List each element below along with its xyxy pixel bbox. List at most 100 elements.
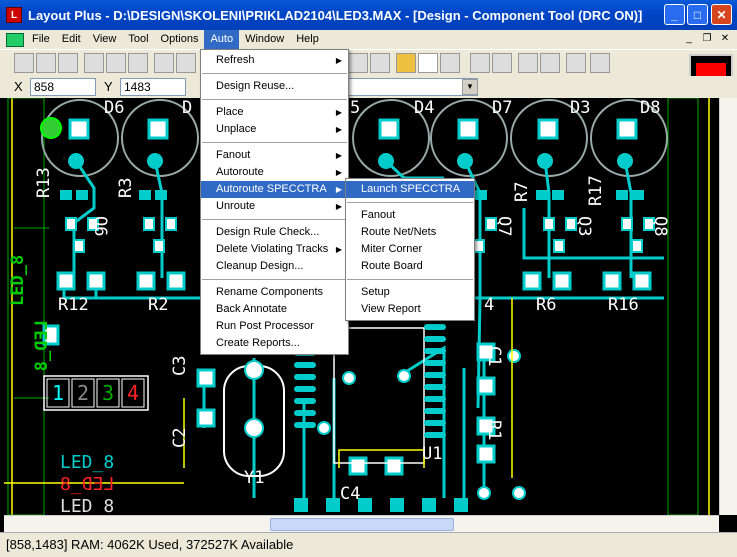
- menu-file[interactable]: File: [26, 30, 56, 49]
- submenu-arrow-icon: ▶: [335, 108, 342, 117]
- delete-icon[interactable]: [84, 53, 104, 73]
- menu-item-launch-specctra[interactable]: Launch SPECCTRA: [346, 181, 474, 198]
- ref-d6: D6: [104, 98, 125, 118]
- ref-r3: R3: [116, 177, 136, 198]
- ref-q7: Q7: [494, 216, 514, 237]
- error-icon[interactable]: [566, 53, 586, 73]
- doc-restore-icon[interactable]: ❐: [699, 32, 715, 46]
- vertical-scrollbar[interactable]: [719, 98, 737, 515]
- maximize-button[interactable]: □: [687, 4, 708, 25]
- no-connect-icon[interactable]: [370, 53, 390, 73]
- menu-item-label: Unroute: [216, 200, 256, 212]
- horizontal-scrollbar[interactable]: [4, 515, 719, 532]
- open-icon[interactable]: [14, 53, 34, 73]
- layer-select[interactable]: [348, 78, 478, 96]
- menu-item-label: Unplace: [216, 123, 257, 135]
- silkscreen-led8-partial: LED_8: [60, 496, 115, 515]
- menu-item-autoroute-specctra[interactable]: Autoroute SPECCTRA ▶: [201, 181, 348, 198]
- menu-item-autoroute[interactable]: Autoroute ▶: [201, 164, 348, 181]
- menu-item-back-annotate[interactable]: Back Annotate: [201, 301, 348, 318]
- ref-r13: R13: [34, 167, 54, 198]
- route-icon[interactable]: [470, 53, 490, 73]
- ref-c4: C4: [340, 484, 361, 504]
- menu-tool[interactable]: Tool: [122, 30, 154, 49]
- menu-separator: [347, 202, 473, 203]
- check-icon[interactable]: [540, 53, 560, 73]
- menu-item-place[interactable]: Place ▶: [201, 104, 348, 121]
- menu-item-label: Cleanup Design...: [216, 260, 304, 272]
- ref-r1: R1: [484, 420, 504, 441]
- via-icon[interactable]: [492, 53, 512, 73]
- reconnect-icon[interactable]: [518, 53, 538, 73]
- x-coordinate-field[interactable]: 858: [30, 78, 96, 96]
- zoom-icon[interactable]: [176, 53, 196, 73]
- menu-item-route-board[interactable]: Route Board: [346, 258, 474, 275]
- submenu-arrow-icon: ▶: [335, 168, 342, 177]
- grid-icon[interactable]: [154, 53, 174, 73]
- menu-item-unplace[interactable]: Unplace ▶: [201, 121, 348, 138]
- edit-icon[interactable]: [128, 53, 148, 73]
- library-icon[interactable]: [58, 53, 78, 73]
- menu-item-fanout[interactable]: Fanout ▶: [201, 147, 348, 164]
- ref-r17: R17: [586, 175, 606, 206]
- menu-item-cleanup-design[interactable]: Cleanup Design...: [201, 258, 348, 275]
- doc-close-icon[interactable]: ✕: [717, 32, 733, 46]
- menu-item-refresh[interactable]: Refresh ▶: [201, 52, 348, 69]
- menu-item-miter-corner[interactable]: Miter Corner: [346, 241, 474, 258]
- ref-d7: D7: [492, 98, 513, 118]
- drc-report-icon[interactable]: [590, 53, 610, 73]
- horizontal-scroll-thumb[interactable]: [270, 518, 454, 531]
- menu-help[interactable]: Help: [290, 30, 325, 49]
- color-icon[interactable]: [396, 53, 416, 73]
- menu-item-run-post-processor[interactable]: Run Post Processor: [201, 318, 348, 335]
- menu-item-label: Autoroute SPECCTRA: [216, 183, 327, 195]
- ref-c2: C2: [170, 427, 190, 448]
- submenu-arrow-icon: ▶: [335, 125, 342, 134]
- y-label: Y: [104, 79, 113, 94]
- menu-options[interactable]: Options: [155, 30, 205, 49]
- menu-item-design-reuse[interactable]: Design Reuse...: [201, 78, 348, 95]
- doc-minimize-icon[interactable]: _: [681, 32, 697, 46]
- y-coordinate-field[interactable]: 1483: [120, 78, 186, 96]
- menu-item-setup[interactable]: Setup: [346, 284, 474, 301]
- menu-item-route-net-nets[interactable]: Route Net/Nets: [346, 224, 474, 241]
- menu-view[interactable]: View: [87, 30, 123, 49]
- minimize-button[interactable]: _: [664, 4, 685, 25]
- submenu-arrow-icon: ▶: [335, 202, 342, 211]
- menu-item-view-report[interactable]: View Report: [346, 301, 474, 318]
- ref-d-partial: D: [182, 98, 193, 118]
- menu-window[interactable]: Window: [239, 30, 290, 49]
- menu-item-rename-components[interactable]: Rename Components: [201, 284, 348, 301]
- wire-icon[interactable]: [348, 53, 368, 73]
- menu-item-label: Launch SPECCTRA: [361, 183, 461, 195]
- menu-item-label: Autoroute: [216, 166, 264, 178]
- close-button[interactable]: ✕: [711, 4, 732, 25]
- menu-bar: File Edit View Tool Options Auto Window …: [0, 30, 737, 49]
- menu-auto[interactable]: Auto: [204, 30, 240, 49]
- submenu-arrow-icon: ▶: [335, 245, 342, 254]
- layer-1-indicator[interactable]: 1: [52, 381, 64, 405]
- save-icon[interactable]: [36, 53, 56, 73]
- ref-r16: R16: [608, 295, 639, 315]
- menu-item-unroute[interactable]: Unroute ▶: [201, 198, 348, 215]
- menu-item-delete-violating-tracks[interactable]: Delete Violating Tracks ▶: [201, 241, 348, 258]
- menu-item-specctra-fanout[interactable]: Fanout: [346, 207, 474, 224]
- drc-icon[interactable]: [418, 53, 438, 73]
- chevron-down-icon[interactable]: ▼: [462, 79, 478, 95]
- layer-3-indicator[interactable]: 3: [102, 381, 114, 405]
- document-icon[interactable]: [6, 32, 24, 47]
- menu-item-design-rule-check[interactable]: Design Rule Check...: [201, 224, 348, 241]
- component-icon[interactable]: [440, 53, 460, 73]
- app-icon: L: [6, 7, 22, 23]
- menu-item-label: Fanout: [361, 209, 396, 221]
- menu-separator: [202, 142, 347, 143]
- copy-icon[interactable]: [106, 53, 126, 73]
- layer-4-indicator[interactable]: 4: [127, 381, 139, 405]
- menu-separator: [347, 279, 473, 280]
- layer-2-indicator[interactable]: 2: [77, 381, 89, 405]
- menu-item-create-reports[interactable]: Create Reports...: [201, 335, 348, 352]
- ref-q8: Q8: [650, 216, 670, 237]
- submenu-arrow-icon: ▶: [335, 151, 342, 160]
- menu-edit[interactable]: Edit: [56, 30, 87, 49]
- menu-separator: [202, 73, 347, 74]
